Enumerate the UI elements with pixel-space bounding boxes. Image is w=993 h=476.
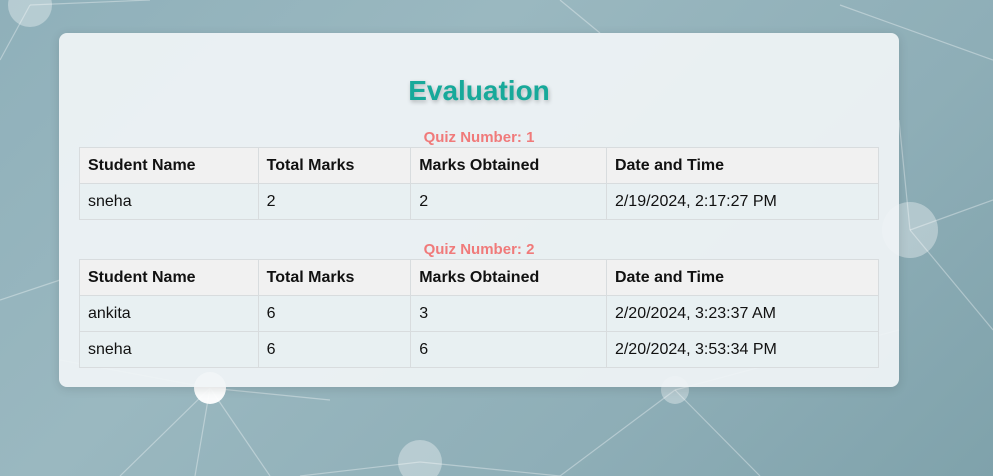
student-name-cell: sneha (79, 183, 259, 220)
quiz-1-table: Student Name Total Marks Marks Obtained … (79, 147, 880, 220)
total-marks-cell: 2 (257, 183, 412, 220)
table-header-row: Student Name Total Marks Marks Obtained … (79, 259, 880, 296)
table-row: sneha 6 6 2/20/2024, 3:53:34 PM (79, 331, 880, 368)
column-header-marks-obtained: Marks Obtained (410, 259, 607, 296)
quiz-1-label: Quiz Number: 1 (423, 129, 535, 146)
table-row: ankita 6 3 2/20/2024, 3:23:37 AM (79, 295, 880, 332)
marks-obtained-cell: 6 (410, 331, 607, 368)
total-marks-cell: 6 (257, 331, 412, 368)
column-header-student-name: Student Name (79, 147, 259, 184)
column-header-student-name: Student Name (79, 259, 259, 296)
student-name-cell: ankita (79, 295, 259, 332)
column-header-total-marks: Total Marks (257, 259, 412, 296)
table-row: sneha 2 2 2/19/2024, 2:17:27 PM (79, 183, 880, 220)
total-marks-cell: 6 (257, 295, 412, 332)
marks-obtained-cell: 3 (410, 295, 607, 332)
date-time-cell: 2/20/2024, 3:23:37 AM (605, 295, 880, 332)
page-title: Evaluation (408, 75, 550, 106)
date-time-cell: 2/20/2024, 3:53:34 PM (605, 331, 880, 368)
table-header-row: Student Name Total Marks Marks Obtained … (79, 147, 880, 184)
student-name-cell: sneha (79, 331, 259, 368)
column-header-total-marks: Total Marks (257, 147, 412, 184)
quiz-2-label: Quiz Number: 2 (423, 241, 535, 258)
column-header-date-time: Date and Time (605, 147, 880, 184)
date-time-cell: 2/19/2024, 2:17:27 PM (605, 183, 880, 220)
column-header-date-time: Date and Time (605, 259, 880, 296)
evaluation-card: Evaluation Quiz Number: 1 Student Name T… (59, 33, 899, 387)
column-header-marks-obtained: Marks Obtained (410, 147, 607, 184)
marks-obtained-cell: 2 (410, 183, 607, 220)
quiz-2-table: Student Name Total Marks Marks Obtained … (79, 259, 880, 368)
